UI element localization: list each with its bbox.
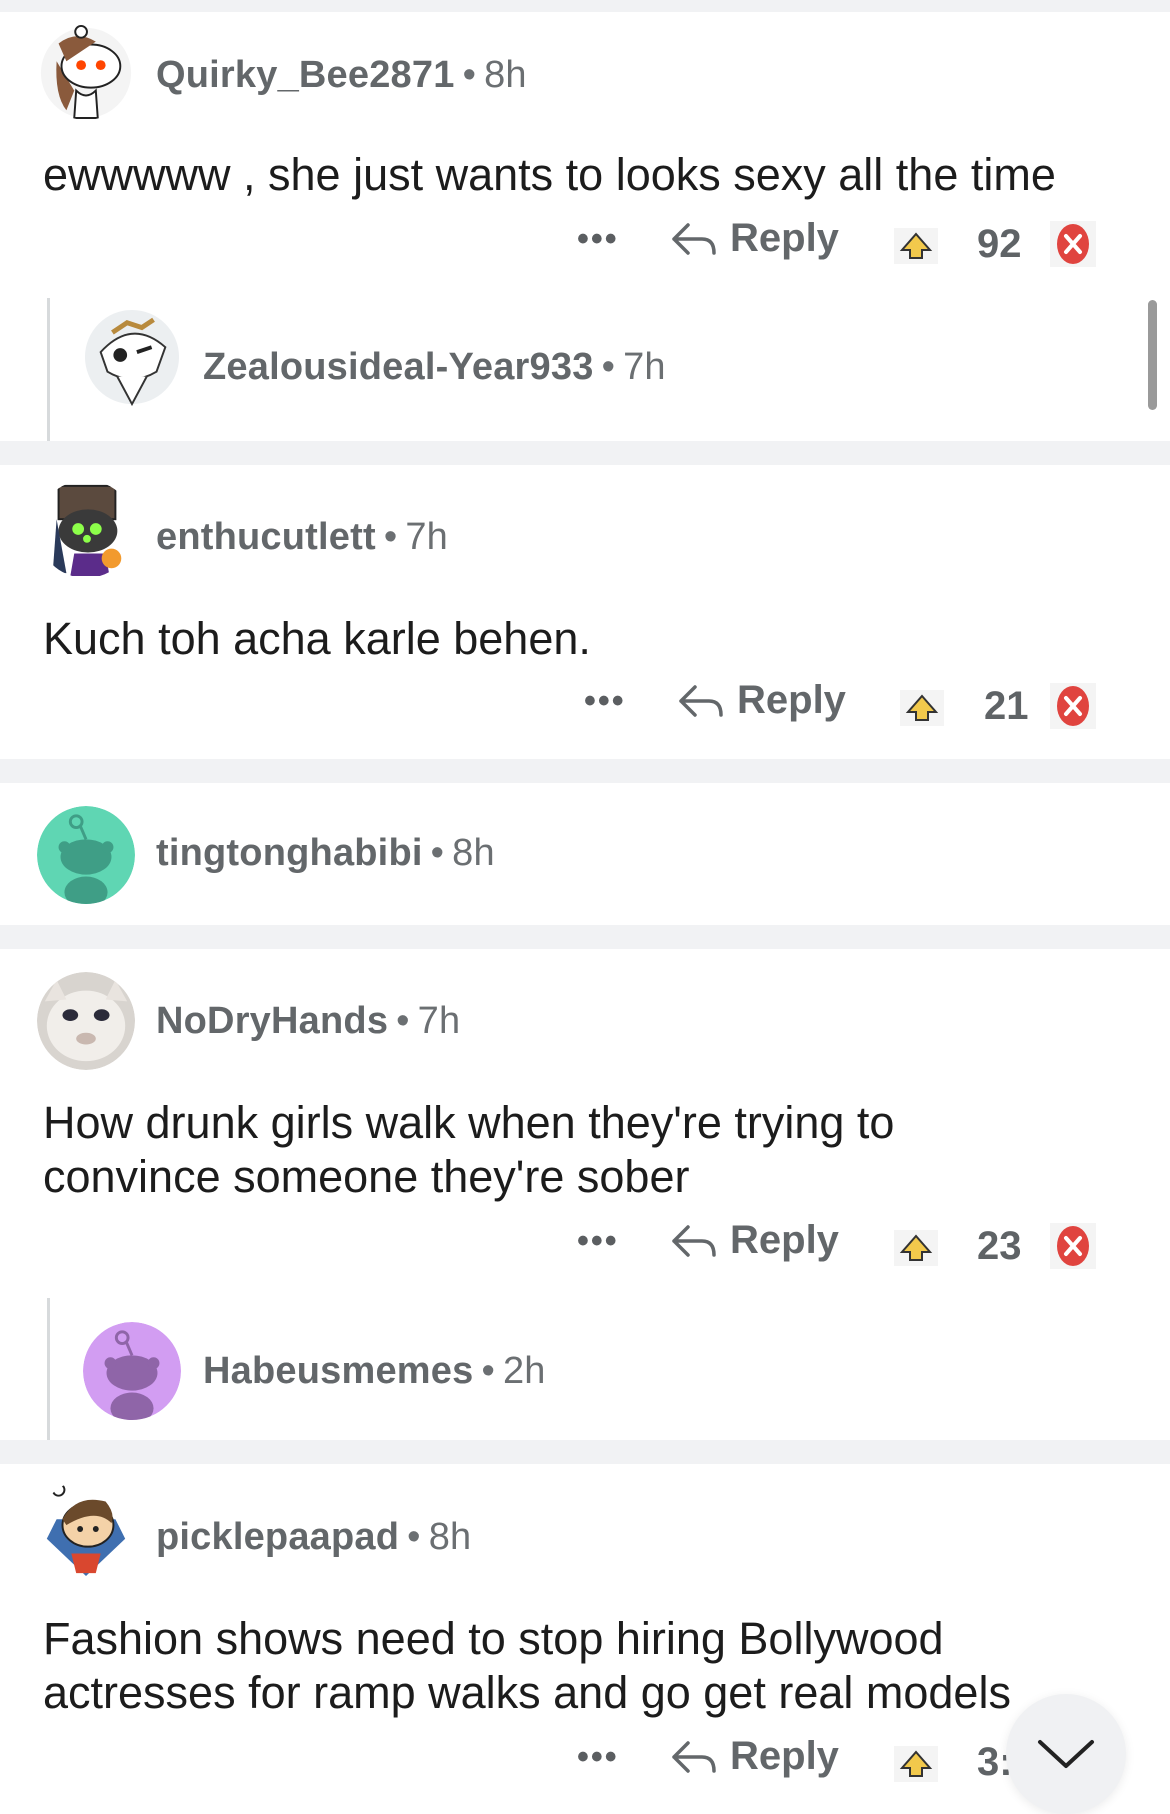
timestamp: 2h [502, 1350, 546, 1392]
separator [0, 1440, 1170, 1464]
reply-arrow-icon [679, 684, 723, 717]
award-upvote-icon[interactable] [894, 228, 938, 264]
collapse-button[interactable] [1006, 1694, 1126, 1814]
reply-arrow-icon [672, 1224, 716, 1257]
more-options-button[interactable]: ••• [584, 682, 626, 721]
comment-meta: Quirky_Bee2871 • 8h [156, 54, 527, 97]
comment-body: ewwwww , she just wants to looks sexy al… [43, 149, 1056, 200]
more-options-button[interactable]: ••• [577, 220, 619, 259]
comment-meta: Habeusmemes • 2h [203, 1350, 546, 1393]
timestamp: 7h [405, 516, 449, 558]
reply-label: Reply [730, 1734, 839, 1778]
red-x-downvote-icon[interactable] [1050, 683, 1096, 729]
reply-label: Reply [730, 1218, 839, 1262]
separator-top [0, 0, 1170, 12]
avatar[interactable] [37, 1480, 135, 1578]
comment-actions: ••• Reply 23 [0, 1216, 1170, 1276]
score: 92 [977, 222, 1022, 266]
award-upvote-icon[interactable] [894, 1230, 938, 1266]
timestamp: 7h [623, 346, 666, 388]
thread-line [47, 1298, 50, 1440]
reply-arrow-icon [672, 1740, 716, 1773]
reply-arrow-icon [672, 222, 716, 255]
award-upvote-icon[interactable] [894, 1746, 938, 1782]
username[interactable]: picklepaapad [156, 1516, 399, 1558]
username[interactable]: Habeusmemes [203, 1350, 473, 1392]
comment-actions: ••• Reply 3: [0, 1732, 1170, 1792]
comment-meta: Zealousideal-Year933 • 7h [203, 346, 666, 389]
avatar[interactable] [37, 480, 135, 578]
avatar[interactable] [83, 1322, 181, 1420]
separator [0, 759, 1170, 783]
timestamp: 8h [428, 1516, 472, 1558]
meta-separator: • [481, 1350, 495, 1392]
username[interactable]: Zealousideal-Year933 [203, 346, 594, 388]
comment-actions: ••• Reply 21 [0, 676, 1170, 736]
reply-button[interactable]: Reply [670, 216, 839, 261]
separator [0, 441, 1170, 465]
meta-separator: • [430, 832, 445, 874]
comment-meta: enthucutlett • 7h [156, 516, 448, 559]
red-x-downvote-icon[interactable] [1050, 221, 1096, 267]
red-x-downvote-icon[interactable] [1050, 1223, 1096, 1269]
username[interactable]: enthucutlett [156, 516, 376, 558]
comment-body: Fashion shows need to stop hiring Bollyw… [43, 1613, 1011, 1718]
comment-meta: NoDryHands • 7h [156, 1000, 460, 1043]
reply-button[interactable]: Reply [670, 1218, 839, 1263]
meta-separator: • [383, 516, 398, 558]
comment-actions: ••• Reply 92 [0, 214, 1170, 274]
thread-line [47, 298, 50, 441]
avatar[interactable] [37, 972, 135, 1070]
reply-button[interactable]: Reply [670, 1734, 839, 1779]
meta-separator: • [396, 1000, 410, 1042]
separator [0, 925, 1170, 949]
reply-label: Reply [730, 216, 839, 260]
avatar[interactable] [83, 308, 181, 406]
avatar[interactable] [37, 806, 135, 904]
avatar[interactable] [37, 22, 135, 120]
score: 21 [984, 684, 1029, 728]
more-options-button[interactable]: ••• [577, 1222, 619, 1261]
scrollbar[interactable] [1148, 300, 1157, 410]
chevron-down-icon [1038, 1740, 1094, 1768]
comment-meta: tingtonghabibi • 8h [156, 832, 495, 875]
meta-separator: • [462, 54, 477, 96]
award-upvote-icon[interactable] [900, 690, 944, 726]
reply-button[interactable]: Reply [677, 678, 846, 723]
timestamp: 8h [452, 832, 495, 874]
more-options-button[interactable]: ••• [577, 1738, 619, 1777]
comment-body: How drunk girls walk when they're trying… [43, 1097, 895, 1202]
comment-meta: picklepaapad • 8h [156, 1516, 471, 1559]
timestamp: 8h [484, 54, 527, 96]
username[interactable]: tingtonghabibi [156, 832, 423, 874]
meta-separator: • [601, 346, 616, 388]
username[interactable]: Quirky_Bee2871 [156, 54, 455, 96]
reply-label: Reply [737, 678, 846, 722]
meta-separator: • [407, 1516, 421, 1558]
timestamp: 7h [417, 1000, 461, 1042]
username[interactable]: NoDryHands [156, 1000, 388, 1042]
comment-body: Kuch toh acha karle behen. [43, 613, 591, 664]
score: 23 [977, 1224, 1022, 1268]
